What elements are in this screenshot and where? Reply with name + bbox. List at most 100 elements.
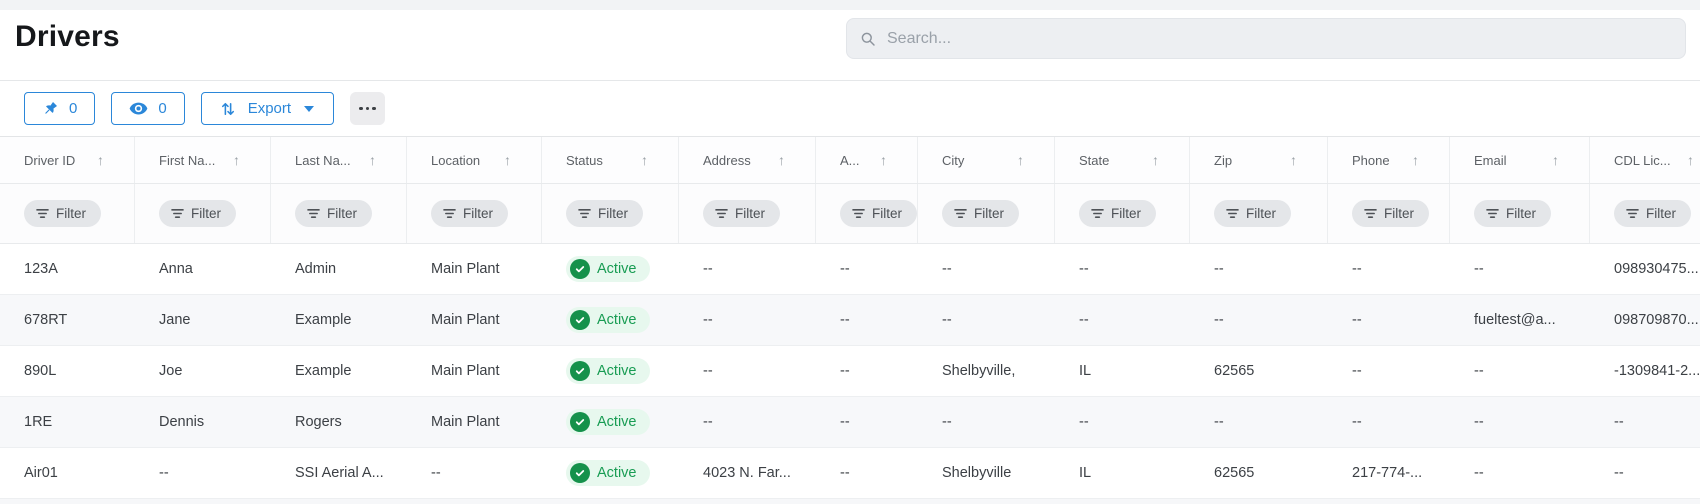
cell-first-na: Anna — [159, 261, 193, 277]
cell-phone: -- — [1352, 261, 1362, 277]
filter-label: Filter — [974, 206, 1004, 221]
cell-last-na: Example — [295, 363, 352, 379]
column-label: City — [942, 152, 965, 168]
more-options-button[interactable] — [350, 92, 386, 125]
cell-cdl-lic: -- — [1614, 414, 1624, 430]
cell-state: IL — [1079, 465, 1092, 481]
status-label: Active — [597, 363, 637, 379]
column-header-driver-id[interactable]: Driver ID ↑ — [0, 137, 135, 183]
filter-label: Filter — [327, 206, 357, 221]
cell-city: -- — [942, 261, 952, 277]
filter-button-first-na[interactable]: Filter — [159, 200, 236, 227]
column-header-email[interactable]: Email ↑ — [1450, 137, 1590, 183]
filter-button-status[interactable]: Filter — [566, 200, 643, 227]
cell-phone: -- — [1352, 312, 1362, 328]
column-header-state[interactable]: State ↑ — [1055, 137, 1190, 183]
cell-city: -- — [942, 414, 952, 430]
cell-city: Shelbyville — [942, 465, 1012, 481]
column-header-first-na[interactable]: First Na... ↑ — [135, 137, 271, 183]
search-icon — [860, 31, 876, 47]
search-box[interactable] — [846, 18, 1686, 59]
sort-arrow-icon: ↑ — [778, 152, 785, 168]
cell-city: -- — [942, 312, 952, 328]
table-row[interactable]: 678RT Jane Example Main Plant Active -- -- -- --… — [0, 295, 1700, 346]
filter-button-a[interactable]: Filter — [840, 200, 917, 227]
search-input[interactable] — [885, 28, 1672, 49]
cell-a: -- — [840, 414, 850, 430]
cell-driver-id: 890L — [24, 363, 57, 379]
cell-address: -- — [703, 261, 713, 277]
sort-arrow-icon: ↑ — [1152, 152, 1159, 168]
cell-cdl-lic: -- — [1614, 465, 1624, 481]
cell-driver-id: 123A — [24, 261, 58, 277]
cell-first-na: Dennis — [159, 414, 205, 430]
column-header-status[interactable]: Status ↑ — [542, 137, 679, 183]
filter-button-location[interactable]: Filter — [431, 200, 508, 227]
pinned-count-button[interactable]: 0 — [24, 92, 96, 125]
caret-down-icon — [304, 105, 315, 112]
filter-cell-email: Filter — [1450, 184, 1590, 243]
column-header-cdl-lic[interactable]: CDL Lic... ↑ — [1590, 137, 1700, 183]
cell-last-na: Example — [295, 312, 352, 328]
filter-button-phone[interactable]: Filter — [1352, 200, 1429, 227]
filter-button-state[interactable]: Filter — [1079, 200, 1156, 227]
filter-button-driver-id[interactable]: Filter — [24, 200, 101, 227]
table-row[interactable]: 1RE Dennis Rogers Main Plant Active -- -- -- -- -… — [0, 397, 1700, 448]
cell-location: Main Plant — [431, 363, 500, 379]
cell-state: -- — [1079, 261, 1089, 277]
cell-first-na: Jane — [159, 312, 191, 328]
filter-button-address[interactable]: Filter — [703, 200, 780, 227]
filter-cell-zip: Filter — [1190, 184, 1328, 243]
filter-label: Filter — [598, 206, 628, 221]
status-badge: Active — [566, 307, 650, 333]
column-header-phone[interactable]: Phone ↑ — [1328, 137, 1450, 183]
column-label: Last Na... — [295, 152, 351, 168]
filter-button-email[interactable]: Filter — [1474, 200, 1551, 227]
status-badge: Active — [566, 460, 650, 486]
filter-lines-icon — [171, 208, 184, 219]
filter-lines-icon — [1626, 208, 1639, 219]
column-label: First Na... — [159, 152, 216, 168]
export-button[interactable]: Export — [200, 92, 335, 125]
column-label: State — [1079, 152, 1110, 168]
cell-location: -- — [431, 465, 441, 481]
filter-button-cdl-lic[interactable]: Filter — [1614, 200, 1691, 227]
pin-icon — [42, 100, 59, 117]
column-header-a[interactable]: A... ↑ — [816, 137, 918, 183]
table-row[interactable]: 890L Joe Example Main Plant Active -- -- Shelby… — [0, 346, 1700, 397]
page-header: Drivers — [0, 10, 1700, 80]
cell-location: Main Plant — [431, 312, 500, 328]
column-header-city[interactable]: City ↑ — [918, 137, 1055, 183]
column-label: Email — [1474, 152, 1507, 168]
check-circle-icon — [570, 259, 590, 279]
column-header-location[interactable]: Location ↑ — [407, 137, 542, 183]
filter-button-city[interactable]: Filter — [942, 200, 1019, 227]
cell-location: Main Plant — [431, 261, 500, 277]
filter-cell-location: Filter — [407, 184, 542, 243]
column-header-last-na[interactable]: Last Na... ↑ — [271, 137, 407, 183]
table-row[interactable]: 123A Anna Admin Main Plant Active -- -- -- -- -- -… — [0, 244, 1700, 295]
filter-label: Filter — [872, 206, 902, 221]
table-row[interactable]: Air01 -- SSI Aerial A... -- Active 4023 N. Fa… — [0, 448, 1700, 499]
filter-button-last-na[interactable]: Filter — [295, 200, 372, 227]
filter-button-zip[interactable]: Filter — [1214, 200, 1291, 227]
sort-arrow-icon: ↑ — [1687, 152, 1694, 168]
filter-label: Filter — [1506, 206, 1536, 221]
filter-label: Filter — [56, 206, 86, 221]
sort-arrow-icon: ↑ — [641, 152, 648, 168]
column-header-address[interactable]: Address ↑ — [679, 137, 816, 183]
cell-location: Main Plant — [431, 414, 500, 430]
visibility-count-button[interactable]: 0 — [111, 92, 185, 125]
cell-state: -- — [1079, 414, 1089, 430]
cell-driver-id: Air01 — [24, 465, 58, 481]
sort-arrow-icon: ↑ — [1552, 152, 1559, 168]
cell-last-na: SSI Aerial A... — [295, 465, 384, 481]
cell-phone: -- — [1352, 414, 1362, 430]
column-header-zip[interactable]: Zip ↑ — [1190, 137, 1328, 183]
filter-cell-phone: Filter — [1328, 184, 1450, 243]
filter-label: Filter — [735, 206, 765, 221]
check-circle-icon — [570, 361, 590, 381]
cell-email: fueltest@a... — [1474, 312, 1556, 328]
cell-address: 4023 N. Far... — [703, 465, 791, 481]
status-label: Active — [597, 261, 637, 277]
